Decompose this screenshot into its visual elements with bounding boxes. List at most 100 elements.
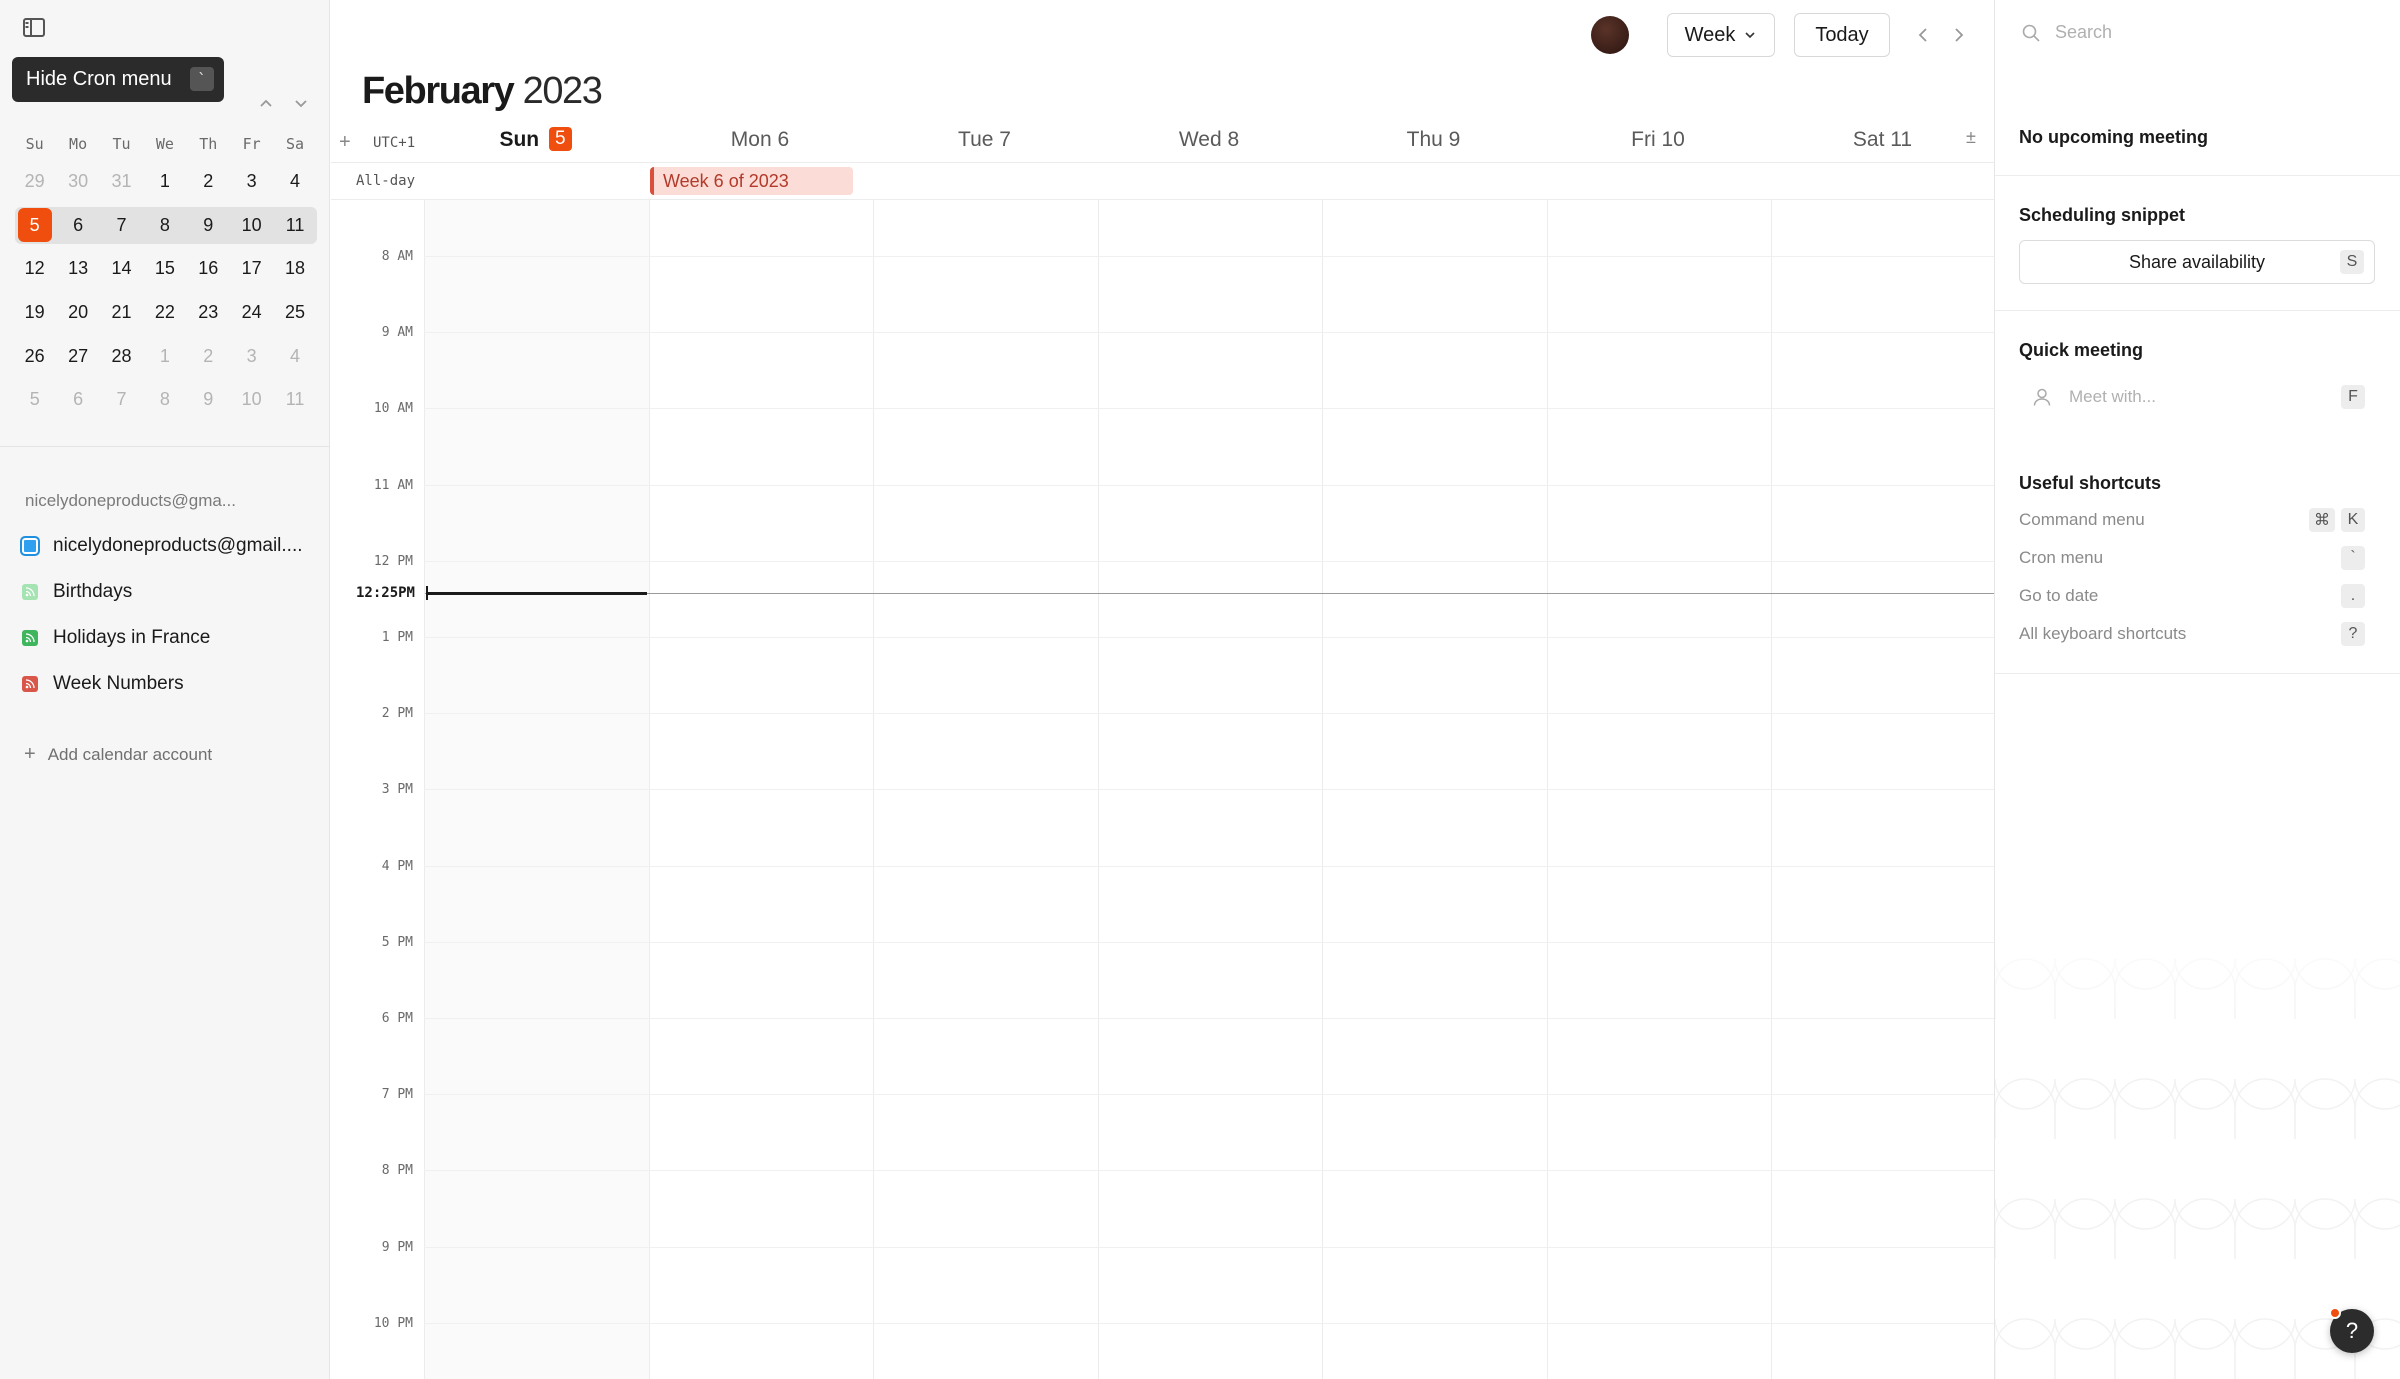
share-availability-label: Share availability xyxy=(2128,251,2266,272)
day-number: 18 xyxy=(285,258,306,279)
day-header-sun[interactable]: Sun 5 xyxy=(423,120,648,162)
calendar-item-holidays[interactable]: Holidays in France xyxy=(20,623,210,653)
hour-label: 3 PM xyxy=(381,782,413,798)
mini-calendar-day[interactable]: 30 xyxy=(56,171,99,192)
weekday-label: Su xyxy=(25,135,44,153)
hour-label: 6 PM xyxy=(381,1011,413,1026)
day-header-sat[interactable]: Sat 11 xyxy=(1770,120,1995,162)
chevron-down-icon[interactable] xyxy=(290,92,312,114)
mini-calendar-day[interactable]: 25 xyxy=(273,302,316,323)
day-number: 5 xyxy=(17,208,52,243)
hour-label: 12 PM xyxy=(373,553,413,569)
search-field[interactable] xyxy=(2021,22,2355,43)
day-header-thu[interactable]: Thu 9 xyxy=(1321,120,1546,162)
mini-calendar-day[interactable]: 31 xyxy=(100,171,143,192)
allday-event[interactable]: Week 6 of 2023 xyxy=(650,167,853,195)
calendar-item-main[interactable]: nicelydoneproducts@gmail.... xyxy=(20,531,303,561)
day-number: 11 xyxy=(285,389,305,410)
shortcut-row[interactable]: Go to date. xyxy=(2019,582,2375,610)
mini-calendar-day[interactable]: 11 xyxy=(273,389,316,410)
today-button[interactable]: Today xyxy=(1794,13,1890,57)
mini-calendar-day[interactable]: 15 xyxy=(143,258,186,279)
mini-calendar-day[interactable]: 6 xyxy=(56,215,99,236)
mini-calendar-day[interactable]: 13 xyxy=(56,258,99,279)
mini-calendar-day[interactable]: 7 xyxy=(100,215,143,236)
day-number: 17 xyxy=(241,258,262,279)
mini-calendar-day[interactable]: 9 xyxy=(187,389,230,410)
hour-line xyxy=(424,713,1994,715)
rss-icon[interactable] xyxy=(22,584,38,600)
mini-calendar-day[interactable]: 24 xyxy=(230,302,273,323)
time-grid[interactable]: 8 AM 9 AM 10 AM 11 AM 12 PM 1 PM 2 PM 3 PM 4 PM 5… xyxy=(331,200,1994,1379)
mini-calendar-day[interactable]: 11 xyxy=(273,215,316,236)
weekday-label: Fr xyxy=(242,135,261,153)
mini-calendar-day[interactable]: 18 xyxy=(273,258,316,279)
shortcut-row[interactable]: Command menu ⌘ K xyxy=(2019,506,2375,534)
mini-calendar-day[interactable]: 1 xyxy=(143,171,186,192)
mini-calendar-day[interactable]: 12 xyxy=(13,258,56,279)
mini-calendar-day[interactable]: 3 xyxy=(230,171,273,192)
mini-calendar-day[interactable]: 7 xyxy=(100,389,143,410)
rss-icon[interactable] xyxy=(22,676,38,692)
mini-calendar-day[interactable]: 3 xyxy=(230,346,273,367)
chevron-up-icon[interactable] xyxy=(255,92,277,114)
mini-calendar-day[interactable]: 17 xyxy=(230,258,273,279)
mini-calendar-day[interactable]: 22 xyxy=(143,302,186,323)
mini-calendar-day[interactable]: 16 xyxy=(187,258,230,279)
calendar-item-birthdays[interactable]: Birthdays xyxy=(20,577,132,607)
mini-calendar-day[interactable]: 28 xyxy=(100,346,143,367)
calendar-item-week-numbers[interactable]: Week Numbers xyxy=(20,669,184,699)
mini-calendar-day[interactable]: 23 xyxy=(187,302,230,323)
share-availability-button[interactable]: Share availability S xyxy=(2019,240,2375,284)
rss-icon[interactable] xyxy=(22,630,38,646)
day-header-mon[interactable]: Mon 6 xyxy=(648,120,873,162)
day-number: 6 xyxy=(73,214,84,235)
chevron-left-icon[interactable] xyxy=(1913,24,1933,46)
mini-calendar-day[interactable]: 4 xyxy=(273,346,316,367)
day-number: 7 xyxy=(999,128,1011,151)
shortcut-row[interactable]: Cron menu ` xyxy=(2019,544,2375,572)
mini-calendar-day[interactable]: 14 xyxy=(100,258,143,279)
mini-calendar-day[interactable]: 27 xyxy=(56,346,99,367)
mini-calendar-day[interactable]: 19 xyxy=(13,302,56,323)
chevron-right-icon[interactable] xyxy=(1949,24,1969,46)
meet-with-input[interactable] xyxy=(2069,387,2309,407)
day-header-tue[interactable]: Tue 7 xyxy=(872,120,1097,162)
meet-with-field[interactable]: F xyxy=(2019,380,2375,414)
mini-calendar-day[interactable]: 9 xyxy=(187,215,230,236)
mini-calendar-day[interactable]: 29 xyxy=(13,171,56,192)
view-select[interactable]: Week xyxy=(1667,13,1775,57)
expand-toggle-icon[interactable]: ± xyxy=(1966,127,1976,148)
mini-calendar-day[interactable]: 4 xyxy=(273,171,316,192)
mini-calendar-day[interactable]: 1 xyxy=(143,346,186,367)
hour-label: 2 PM xyxy=(381,706,413,722)
today-button-label: Today xyxy=(1815,23,1869,46)
calendar-checkbox[interactable] xyxy=(20,536,40,556)
weekday-label: Mo xyxy=(69,135,88,153)
shortcut-key: S xyxy=(2340,250,2364,274)
mini-calendar-day[interactable]: 6 xyxy=(56,389,99,410)
mini-calendar-day[interactable]: 8 xyxy=(143,215,186,236)
mini-calendar-day[interactable]: 10 xyxy=(230,215,273,236)
search-input[interactable] xyxy=(2055,22,2355,43)
mini-calendar-day[interactable]: 10 xyxy=(230,389,273,410)
add-event-button[interactable]: + xyxy=(339,131,351,154)
mini-calendar-day[interactable]: 21 xyxy=(100,302,143,323)
mini-calendar-today[interactable]: 5 xyxy=(13,208,56,243)
day-header-wed[interactable]: Wed 8 xyxy=(1097,120,1322,162)
day-header-fri[interactable]: Fri 10 xyxy=(1546,120,1771,162)
avatar[interactable] xyxy=(1591,16,1629,54)
mini-calendar-day[interactable]: 2 xyxy=(187,171,230,192)
mini-calendar-day[interactable]: 20 xyxy=(56,302,99,323)
shortcut-row[interactable]: All keyboard shortcuts? xyxy=(2019,620,2375,648)
mini-calendar-day[interactable]: 2 xyxy=(187,346,230,367)
sidebar-icon[interactable] xyxy=(22,17,48,39)
day-name: Wed xyxy=(1178,128,1222,151)
mini-calendar-day[interactable]: 26 xyxy=(13,346,56,367)
mini-calendar-day[interactable]: 8 xyxy=(143,389,186,410)
add-calendar-account-button[interactable]: + Add calendar account xyxy=(24,743,212,766)
day-number: 6 xyxy=(777,128,790,151)
hour-label: 10 AM xyxy=(373,401,413,417)
mini-calendar-day[interactable]: 5 xyxy=(13,389,56,410)
day-number: 22 xyxy=(154,302,175,323)
